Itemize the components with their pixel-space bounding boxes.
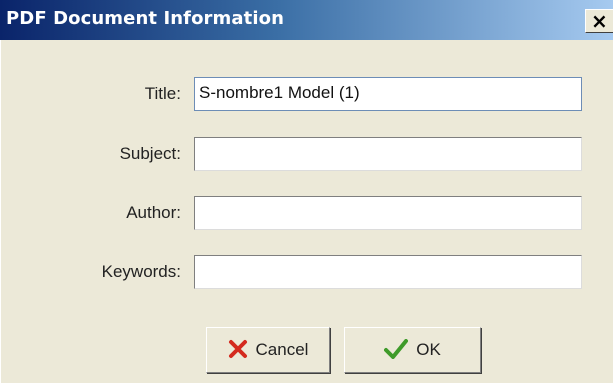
author-label: Author: bbox=[126, 203, 181, 222]
keywords-label: Keywords: bbox=[101, 262, 181, 281]
green-check-icon bbox=[384, 339, 409, 359]
author-row: Author: bbox=[0, 196, 613, 230]
window-title: PDF Document Information bbox=[6, 8, 284, 29]
keywords-row: Keywords: bbox=[0, 255, 613, 289]
red-x-icon bbox=[228, 340, 247, 358]
subject-label: Subject: bbox=[119, 144, 181, 163]
title-input[interactable]: S-nombre1 Model (1) bbox=[194, 77, 582, 111]
ok-label: OK bbox=[416, 340, 441, 359]
close-button[interactable]: × bbox=[585, 9, 613, 33]
title-label: Title: bbox=[144, 84, 181, 103]
subject-row: Subject: bbox=[0, 137, 613, 171]
subject-input[interactable] bbox=[194, 137, 582, 171]
ok-button[interactable]: OK bbox=[344, 327, 481, 373]
author-input[interactable] bbox=[194, 196, 582, 230]
title-bar[interactable]: PDF Document Information × bbox=[0, 0, 613, 40]
close-icon: × bbox=[591, 9, 608, 33]
cancel-button[interactable]: Cancel bbox=[206, 327, 330, 373]
title-row: Title: S-nombre1 Model (1) bbox=[0, 77, 613, 111]
keywords-input[interactable] bbox=[194, 255, 582, 289]
cancel-label: Cancel bbox=[255, 340, 309, 359]
